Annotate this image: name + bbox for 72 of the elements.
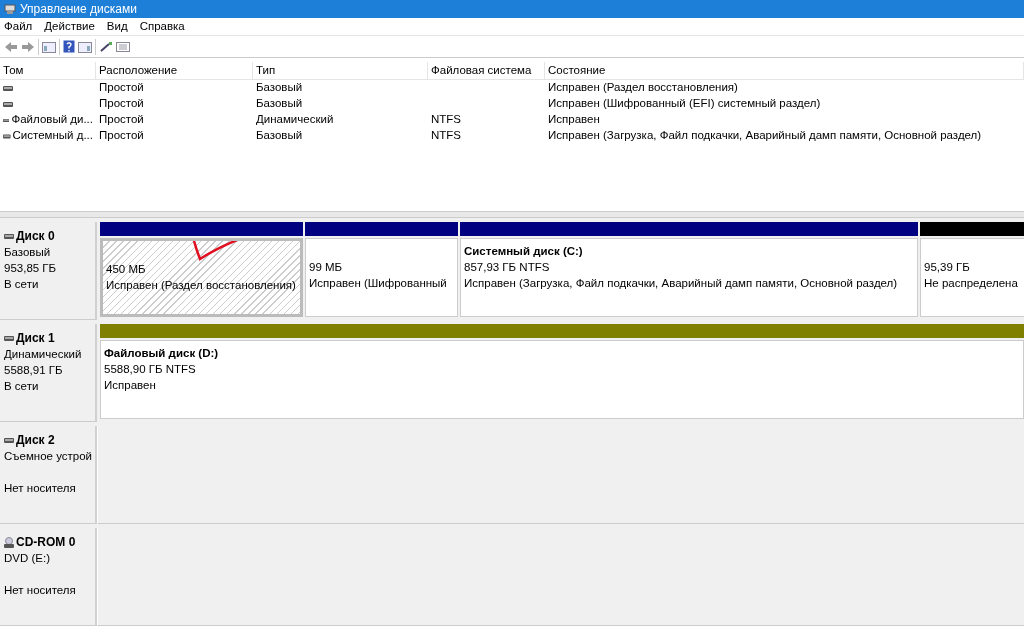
disk-icon <box>4 335 14 341</box>
table-cell-text: Исправен (Шифрованный (EFI) системный раздел) <box>548 96 821 112</box>
partition-detail: 450 МБ <box>106 262 146 277</box>
partition-detail: 857,93 ГБ NTFS <box>464 260 550 275</box>
console-pane-icon[interactable] <box>42 40 56 53</box>
help-icon[interactable] <box>63 40 75 53</box>
disk-detail: Динамический <box>4 347 83 362</box>
column-header[interactable]: Расположение <box>96 62 253 79</box>
window-title: Управление дисками <box>20 1 137 18</box>
disk-icon <box>4 233 14 239</box>
table-cell-text: Простой <box>99 128 144 144</box>
action-pane-icon[interactable] <box>78 40 92 53</box>
partition-detail: Исправен <box>104 378 156 393</box>
partition-title: Системный диск (C:) <box>464 244 584 259</box>
table-cell-text: Базовый <box>256 128 303 144</box>
table-cell-text: Базовый <box>256 96 303 112</box>
partition-detail: Исправен (Раздел восстановления) <box>106 278 296 293</box>
partition-box[interactable]: 450 МБ Исправен (Раздел восстановления) <box>100 238 303 317</box>
disk-detail: В сети <box>4 379 40 394</box>
table-cell-text: Файловый ди... <box>11 112 93 128</box>
disk-name: Диск 0 <box>16 228 55 244</box>
disk-icon <box>4 437 14 443</box>
table-cell-text: Исправен (Раздел восстановления) <box>548 80 738 96</box>
table-cell-text: Простой <box>99 112 144 128</box>
table-cell-text: Исправен <box>548 112 600 128</box>
volume-icon <box>3 101 13 107</box>
disk-detail: DVD (E:) <box>4 551 51 566</box>
forward-arrow-icon[interactable] <box>21 40 35 53</box>
partition-detail: Исправен (Загрузка, Файл подкачки, Аварийный дамп памяти, Основной раздел) <box>464 276 898 291</box>
pen-icon[interactable] <box>99 40 113 53</box>
table-cell-text: Простой <box>99 80 144 96</box>
partition-detail: Исправен (Шифрованный <box>309 276 447 291</box>
partition-detail: 99 МБ <box>309 260 343 275</box>
disk-name: Диск 1 <box>16 330 55 346</box>
table-cell-text: NTFS <box>431 128 462 144</box>
partition-detail: Не распределена <box>924 276 1018 291</box>
disk-detail: Базовый <box>4 245 52 260</box>
partition-detail: 5588,90 ГБ NTFS <box>104 362 196 377</box>
disk-detail: В сети <box>4 277 40 292</box>
partition-box[interactable]: 95,39 ГБ Не распределена <box>920 238 1024 317</box>
volume-icon <box>3 117 10 123</box>
disk-detail: Нет носителя <box>4 583 77 598</box>
menu-item[interactable]: Действие <box>44 17 95 36</box>
disk-detail: 953,85 ГБ <box>4 261 58 276</box>
disk-name: CD-ROM 0 <box>16 534 76 550</box>
table-cell-text: Динамический <box>256 112 334 128</box>
disk-detail: 5588,91 ГБ <box>4 363 64 378</box>
volume-icon <box>3 85 13 91</box>
partition-detail: 95,39 ГБ <box>924 260 970 275</box>
column-header[interactable]: Файловая система <box>428 62 545 79</box>
partition-box[interactable]: 99 МБ Исправен (Шифрованный <box>305 238 458 317</box>
optical-drive-icon <box>4 536 14 548</box>
table-cell-text: NTFS <box>431 112 462 128</box>
menu-item[interactable]: Файл <box>4 17 33 36</box>
back-arrow-icon[interactable] <box>4 40 18 53</box>
volume-icon <box>3 133 11 139</box>
partition-box[interactable]: Файловый диск (D:) 5588,90 ГБ NTFS Исправен <box>100 340 1024 419</box>
disk-detail: Съемное устрой <box>4 449 91 464</box>
table-cell-text: Исправен (Загрузка, Файл подкачки, Аварийный дамп памяти, Основной раздел) <box>548 128 982 144</box>
menu-item[interactable]: Справка <box>139 17 185 36</box>
column-header[interactable]: Том <box>0 62 96 79</box>
menu-item[interactable]: Вид <box>106 17 128 36</box>
partition-box[interactable]: Системный диск (C:) 857,93 ГБ NTFS Исправен (Загрузка, Файл подкачки, Аварийный дамп памяти, Основной раздел) <box>460 238 918 317</box>
partition-title: Файловый диск (D:) <box>104 346 220 361</box>
table-cell-text: Простой <box>99 96 144 112</box>
column-header[interactable]: Состояние <box>545 62 1024 79</box>
disk-name: Диск 2 <box>16 432 55 448</box>
disk-management-icon <box>4 3 16 15</box>
disk-detail: Нет носителя <box>4 481 77 496</box>
column-header[interactable]: Тип <box>253 62 428 79</box>
table-cell-text: Базовый <box>256 80 303 96</box>
table-cell-text: Системный д... <box>12 128 93 144</box>
